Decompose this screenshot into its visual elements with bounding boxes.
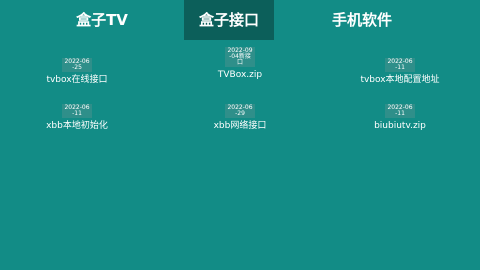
list-item[interactable]: 2022-06-11 xbb本地初始化	[2, 100, 152, 131]
tab-box-interface[interactable]: 盒子接口	[184, 0, 274, 40]
date-badge: 2022-06-25	[62, 58, 92, 72]
item-label: tvbox本地配置地址	[360, 75, 440, 85]
date-badge: 2022-06-11	[385, 104, 415, 118]
item-label: xbb本地初始化	[46, 121, 108, 131]
list-item[interactable]: 2022-06-11 biubiutv.zip	[325, 100, 475, 131]
list-item[interactable]: 2022-09-04新接口 TVBox.zip	[165, 47, 315, 80]
tab-bar: 盒子TV 盒子接口 手机软件	[0, 0, 480, 40]
date-badge: 2022-06-11	[62, 104, 92, 118]
item-label: xbb网络接口	[213, 121, 267, 131]
date-badge: 2022-06-11	[385, 58, 415, 72]
list-item[interactable]: 2022-06-29 xbb网络接口	[165, 100, 315, 131]
tab-box-tv[interactable]: 盒子TV	[52, 0, 152, 40]
tab-mobile-software[interactable]: 手机软件	[312, 0, 412, 40]
list-item[interactable]: 2022-06-25 tvbox在线接口	[2, 54, 152, 85]
item-label: biubiutv.zip	[374, 121, 426, 131]
date-badge: 2022-09-04新接口	[225, 47, 255, 67]
item-label: TVBox.zip	[217, 70, 263, 80]
list-item[interactable]: 2022-06-11 tvbox本地配置地址	[325, 54, 475, 85]
date-badge: 2022-06-29	[225, 104, 255, 118]
item-label: tvbox在线接口	[46, 75, 108, 85]
